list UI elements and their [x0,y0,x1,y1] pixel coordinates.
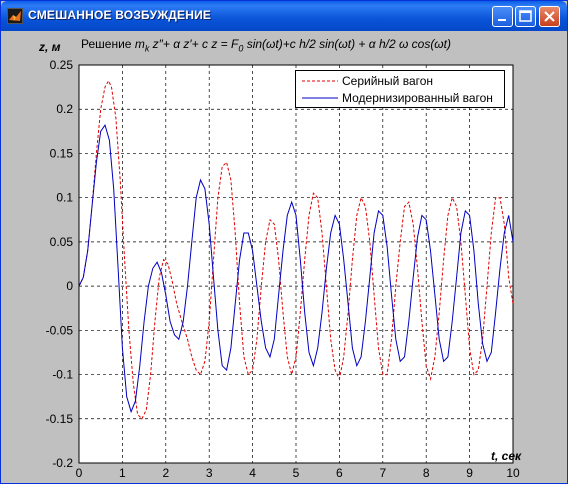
x-tick-label: 7 [379,466,386,480]
legend-label-serial: Серийный вагон [342,74,434,88]
minimize-icon [498,19,506,21]
x-tick-label: 5 [293,466,300,480]
title-prefix: Решение [81,37,132,51]
x-tick-label: 4 [249,466,256,480]
y-tick-label: -0.15 [46,412,74,426]
matlab-figure-icon [7,8,23,24]
legend-item-serial: Серийный вагон [296,73,504,89]
plot-title: Решение mk z″+ α z′+ c z = F0 sin(ωt)+c … [81,37,451,53]
y-axis-label: z, м [39,40,61,54]
y-tick-label: -0.05 [46,323,74,337]
legend-item-modern: Модернизированный вагон [296,90,504,106]
matlab-logo-icon [9,11,21,21]
legend: Серийный вагон Модернизированный вагон [295,70,505,108]
maximize-icon [519,10,532,22]
y-tick-label: 0.15 [50,146,74,160]
legend-line-serial [302,80,338,82]
y-tick-label: 0.1 [56,191,73,205]
legend-line-modern [302,97,338,99]
window-title: СМЕШАННОЕ ВОЗБУЖДЕНИЕ [28,8,212,22]
x-tick-label: 6 [336,466,343,480]
x-tick-label: 1 [119,466,126,480]
x-tick-label: 9 [466,466,473,480]
y-tick-label: 0.25 [50,58,74,72]
y-tick-label: -0.1 [52,368,73,382]
y-tick-label: 0 [66,279,73,293]
legend-label-modern: Модернизированный вагон [342,91,493,105]
x-tick-label: 10 [506,466,520,480]
minimize-button[interactable] [492,6,513,27]
y-tick-label: 0.2 [56,102,73,116]
x-tick-label: 0 [76,466,83,480]
x-axis-label: t, сек [491,449,522,463]
x-tick-label: 3 [206,466,213,480]
title-tail: sin(ωt)+c h/2 sin(ωt) + α h/2 ω cos(ωt) [243,37,451,51]
x-tick-label: 8 [423,466,430,480]
title-rest: z″+ α z′+ c z = F [149,37,239,51]
y-tick-label: -0.2 [52,456,73,470]
y-tick-label: 0.05 [50,235,74,249]
maximize-button[interactable] [515,6,536,27]
title-bar[interactable]: СМЕШАННОЕ ВОЗБУЖДЕНИЕ [1,1,567,31]
close-icon [544,11,555,22]
figure-window: СМЕШАННОЕ ВОЗБУЖДЕНИЕ 0 1 2 3 4 5 6 7 8 9 10 -0.2 -0… [0,0,568,484]
title-m: m [134,37,145,51]
x-tick-label: 2 [162,466,169,480]
close-button[interactable] [539,6,560,27]
